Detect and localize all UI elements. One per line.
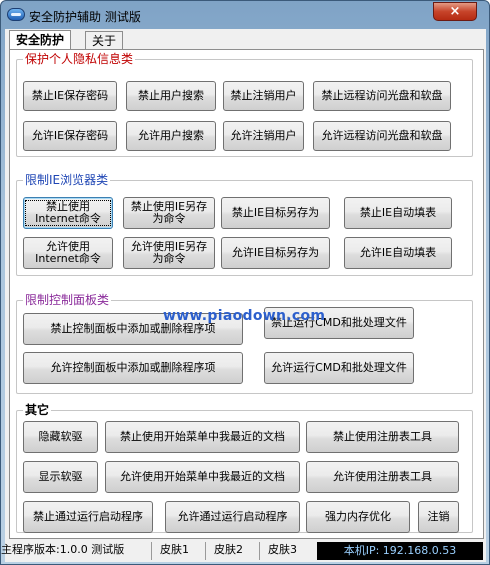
- disable-internet-command-button[interactable]: 禁止使用Internet命令: [23, 197, 113, 229]
- allow-user-search-button[interactable]: 允许用户搜索: [126, 121, 216, 151]
- show-floppy-button[interactable]: 显示软驱: [23, 461, 98, 493]
- status-version: 主程序版本:1.0.0 测试版: [1, 543, 125, 556]
- memory-optimize-button[interactable]: 强力内存优化: [306, 501, 410, 533]
- allow-internet-command-button[interactable]: 允许使用Internet命令: [23, 237, 113, 269]
- disable-internet-command-label: 禁止使用Internet命令: [25, 200, 111, 226]
- allow-logoff-button[interactable]: 允许注销用户: [223, 121, 304, 151]
- group-other: 其它 隐藏软驱 禁止使用开始菜单中我最近的文档 禁止使用注册表工具 显示软驱 允…: [16, 403, 473, 533]
- disable-recent-docs-button[interactable]: 禁止使用开始菜单中我最近的文档: [105, 421, 300, 453]
- disable-ie-autofill-button[interactable]: 禁止IE自动填表: [344, 197, 452, 229]
- close-button[interactable]: ×: [433, 2, 477, 21]
- app-window: 安全防护辅助 测试版 × 安全防护 关于 保护个人隐私信息类 禁止IE保存密码 …: [0, 0, 490, 565]
- disable-ie-save-password-button[interactable]: 禁止IE保存密码: [23, 81, 117, 111]
- group-privacy-legend: 保护个人隐私信息类: [23, 52, 136, 66]
- skin2-button[interactable]: 皮肤2: [205, 542, 259, 560]
- watermark-text: www.piaodown.com: [163, 308, 326, 324]
- allow-internet-command-label: 允许使用Internet命令: [35, 240, 101, 265]
- allow-ie-save-as-label: 允许使用IE另存为命令: [130, 240, 208, 265]
- disable-ie-target-save-as-button[interactable]: 禁止IE目标另存为: [221, 197, 330, 229]
- disable-registry-tools-button[interactable]: 禁止使用注册表工具: [306, 421, 459, 453]
- group-ie-legend: 限制IE浏览器类: [23, 173, 111, 187]
- group-privacy: 保护个人隐私信息类 禁止IE保存密码 禁止用户搜索 禁止注销用户 禁止远程访问光…: [16, 52, 473, 157]
- disable-run-launch-button[interactable]: 禁止通过运行启动程序: [23, 501, 153, 533]
- disable-user-search-button[interactable]: 禁止用户搜索: [126, 81, 216, 111]
- allow-ie-save-as-button[interactable]: 允许使用IE另存为命令: [123, 237, 215, 269]
- skin1-button[interactable]: 皮肤1: [151, 542, 205, 560]
- logoff-button[interactable]: 注销: [418, 501, 459, 533]
- allow-add-remove-programs-button[interactable]: 允许控制面板中添加或删除程序项: [23, 352, 243, 384]
- app-icon: [7, 8, 25, 21]
- allow-run-launch-button[interactable]: 允许通过运行启动程序: [165, 501, 300, 533]
- allow-ie-target-save-as-button[interactable]: 允许IE目标另存为: [221, 237, 330, 269]
- status-bar: 主程序版本:1.0.0 测试版 皮肤1 皮肤2 皮肤3 本机IP: 192.16…: [1, 540, 486, 562]
- skin3-button[interactable]: 皮肤3: [259, 542, 315, 560]
- disable-logoff-button[interactable]: 禁止注销用户: [223, 81, 304, 111]
- tab-about[interactable]: 关于: [85, 31, 124, 51]
- allow-ie-save-password-button[interactable]: 允许IE保存密码: [23, 121, 117, 151]
- local-ip-display: 本机IP: 192.168.0.53: [317, 542, 483, 560]
- title-bar[interactable]: 安全防护辅助 测试版 ×: [1, 1, 489, 29]
- group-other-legend: 其它: [23, 403, 52, 417]
- allow-remote-cd-floppy-button[interactable]: 允许远程访问光盘和软盘: [313, 121, 451, 151]
- disable-ie-save-as-button[interactable]: 禁止使用IE另存为命令: [123, 197, 215, 229]
- allow-cmd-batch-button[interactable]: 允许运行CMD和批处理文件: [264, 352, 414, 384]
- allow-ie-autofill-button[interactable]: 允许IE自动填表: [344, 237, 452, 269]
- disable-remote-cd-floppy-button[interactable]: 禁止远程访问光盘和软盘: [313, 81, 451, 111]
- group-ie: 限制IE浏览器类 禁止使用Internet命令 禁止使用IE另存为命令 禁止IE…: [16, 173, 473, 276]
- allow-registry-tools-button[interactable]: 允许使用注册表工具: [306, 461, 459, 493]
- allow-recent-docs-button[interactable]: 允许使用开始菜单中我最近的文档: [105, 461, 300, 493]
- hide-floppy-button[interactable]: 隐藏软驱: [23, 421, 98, 453]
- window-title: 安全防护辅助 测试版: [29, 10, 141, 24]
- tab-panel-security: 保护个人隐私信息类 禁止IE保存密码 禁止用户搜索 禁止注销用户 禁止远程访问光…: [9, 49, 484, 539]
- disable-ie-save-as-label: 禁止使用IE另存为命令: [130, 200, 208, 225]
- client-area: 安全防护 关于 保护个人隐私信息类 禁止IE保存密码 禁止用户搜索 禁止注销用户…: [1, 29, 486, 562]
- group-control-panel-legend: 限制控制面板类: [23, 293, 112, 307]
